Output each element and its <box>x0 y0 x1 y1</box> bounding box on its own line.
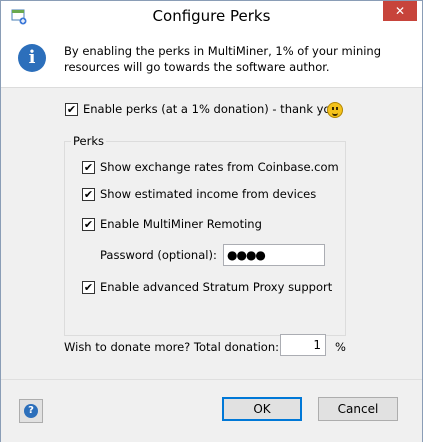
window-title: Configure Perks <box>152 7 271 25</box>
coinbase-rates-checkbox[interactable]: ✔ <box>82 161 95 174</box>
info-icon: i <box>18 44 46 72</box>
smiley-icon <box>327 102 343 118</box>
password-label: Password (optional): <box>100 248 217 262</box>
ok-button[interactable]: OK <box>222 397 302 421</box>
close-button[interactable]: ✕ <box>383 1 417 21</box>
stratum-proxy-checkbox[interactable]: ✔ <box>82 281 95 294</box>
title-bar: Configure Perks ✕ <box>1 1 422 31</box>
help-button[interactable]: ? <box>19 399 43 423</box>
help-icon: ? <box>24 404 38 418</box>
donation-input[interactable]: 1 <box>280 334 326 356</box>
stratum-proxy-label[interactable]: Enable advanced Stratum Proxy support <box>100 280 332 294</box>
donation-label: Wish to donate more? Total donation: <box>64 340 279 354</box>
cancel-button[interactable]: Cancel <box>318 397 398 421</box>
enable-perks-checkbox[interactable]: ✔ <box>65 103 78 116</box>
remoting-checkbox[interactable]: ✔ <box>82 218 95 231</box>
info-panel: i By enabling the perks in MultiMiner, 1… <box>1 31 422 88</box>
perks-group-title: Perks <box>71 134 106 148</box>
info-message: By enabling the perks in MultiMiner, 1% … <box>64 44 382 74</box>
dialog-client-area: i By enabling the perks in MultiMiner, 1… <box>1 31 422 442</box>
enable-perks-label[interactable]: Enable perks (at a 1% donation) - thank … <box>83 102 342 116</box>
estimated-income-checkbox[interactable]: ✔ <box>82 188 95 201</box>
configure-perks-dialog: Configure Perks ✕ i By enabling the perk… <box>0 0 423 442</box>
estimated-income-label[interactable]: Show estimated income from devices <box>100 187 316 201</box>
donation-unit: % <box>335 340 346 354</box>
coinbase-rates-label[interactable]: Show exchange rates from Coinbase.com <box>100 160 339 174</box>
password-field[interactable]: ●●●● <box>223 244 325 266</box>
remoting-label[interactable]: Enable MultiMiner Remoting <box>100 217 262 231</box>
